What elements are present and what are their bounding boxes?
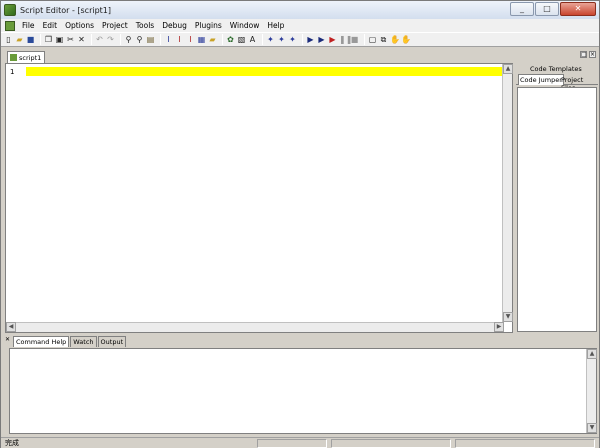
menu-file[interactable]: File bbox=[18, 21, 39, 30]
document-menu-icon[interactable] bbox=[5, 20, 15, 31]
menu-edit[interactable]: Edit bbox=[39, 21, 62, 30]
status-cell bbox=[455, 439, 595, 448]
scroll-down-arrow-icon[interactable]: ▼ bbox=[587, 423, 597, 433]
stop-icon[interactable]: ■ bbox=[350, 35, 359, 44]
step-over-icon[interactable]: ✦ bbox=[288, 35, 297, 44]
delete-icon[interactable]: ✕ bbox=[77, 35, 86, 44]
script-icon bbox=[10, 54, 17, 61]
new-icon[interactable]: ▯ bbox=[4, 35, 13, 44]
app-icon[interactable] bbox=[4, 4, 16, 16]
redo-icon[interactable]: ↷ bbox=[106, 35, 115, 44]
right-panel-tabs: Code Templates Code Jumper Project Files bbox=[516, 59, 598, 92]
toolbar: ▯ ▰ ■ ❐ ▣ ✂ ✕ ↶ ↷ ⚲ ⚲ ▤ I I I ▦ ▰ ✿ ▧ A … bbox=[1, 32, 599, 47]
window-title: Script Editor - [script1] bbox=[20, 5, 112, 15]
find-icon[interactable]: ⚲ bbox=[124, 35, 133, 44]
tab-label: script1 bbox=[19, 53, 42, 62]
menu-options[interactable]: Options bbox=[61, 21, 98, 30]
menu-tools[interactable]: Tools bbox=[132, 21, 158, 30]
step-icon[interactable]: ✦ bbox=[277, 35, 286, 44]
scroll-down-arrow-icon[interactable]: ▼ bbox=[503, 312, 513, 322]
options-icon[interactable]: ▧ bbox=[237, 35, 246, 44]
save-icon[interactable]: ■ bbox=[26, 35, 35, 44]
bottom-panel: ✕ Command Help Watch Output ▲ ▼ bbox=[5, 335, 597, 435]
window-controls: _ □ ✕ bbox=[509, 2, 596, 16]
bookmark-clear-icon[interactable]: ▦ bbox=[197, 35, 206, 44]
line-gutter: 1 bbox=[6, 64, 24, 322]
toolbar-separator bbox=[40, 34, 41, 45]
replace-icon[interactable]: ▤ bbox=[146, 35, 155, 44]
bookmark-next-icon[interactable]: I bbox=[175, 35, 184, 44]
maximize-button[interactable]: □ bbox=[535, 2, 559, 16]
bookmark-prev-icon[interactable]: I bbox=[186, 35, 195, 44]
font-icon[interactable]: A bbox=[248, 35, 257, 44]
toolbar-separator bbox=[364, 34, 365, 45]
status-cell bbox=[257, 439, 327, 448]
toolbar-separator bbox=[120, 34, 121, 45]
right-panel-header: □ × bbox=[516, 49, 598, 59]
menu-window[interactable]: Window bbox=[226, 21, 264, 30]
right-panel: □ × Code Templates Code Jumper Project F… bbox=[516, 49, 598, 333]
title-bar[interactable]: Script Editor - [script1] _ □ ✕ bbox=[1, 1, 599, 19]
scroll-right-arrow-icon[interactable]: ▶ bbox=[494, 322, 504, 332]
editor-vertical-scrollbar[interactable]: ▲ ▼ bbox=[502, 64, 513, 322]
current-line-highlight[interactable] bbox=[26, 67, 504, 76]
minimize-button[interactable]: _ bbox=[510, 2, 534, 16]
breakpoint-icon[interactable]: ▶ bbox=[328, 35, 337, 44]
bottom-vertical-scrollbar[interactable]: ▲ ▼ bbox=[586, 349, 597, 433]
open-icon[interactable]: ▰ bbox=[15, 35, 24, 44]
run-to-cursor-icon[interactable]: ▶ bbox=[317, 35, 326, 44]
scroll-left-arrow-icon[interactable]: ◀ bbox=[6, 322, 16, 332]
compile-icon[interactable]: ✿ bbox=[226, 35, 235, 44]
copy-icon[interactable]: ❐ bbox=[44, 35, 53, 44]
menu-debug[interactable]: Debug bbox=[158, 21, 191, 30]
undo-icon[interactable]: ↶ bbox=[95, 35, 104, 44]
hand-icon[interactable]: ✋ bbox=[390, 35, 400, 44]
code-editor[interactable]: 1 ▲ ▼ ◀ ▶ bbox=[5, 63, 513, 333]
tab-watch[interactable]: Watch bbox=[70, 336, 97, 347]
panel-close-icon[interactable]: ✕ bbox=[5, 336, 10, 343]
scroll-up-arrow-icon[interactable]: ▲ bbox=[503, 64, 513, 74]
play-icon[interactable]: ▶ bbox=[306, 35, 315, 44]
panel-restore-icon[interactable]: □ bbox=[580, 50, 587, 58]
window-icon[interactable]: ▢ bbox=[368, 35, 377, 44]
bookmark-icon[interactable]: I bbox=[164, 35, 173, 44]
panel-close-icon[interactable]: × bbox=[589, 50, 596, 58]
cut-icon[interactable]: ✂ bbox=[66, 35, 75, 44]
status-text: 完成 bbox=[5, 439, 19, 447]
line-number: 1 bbox=[10, 68, 15, 76]
menu-help[interactable]: Help bbox=[263, 21, 288, 30]
toolbar-separator bbox=[302, 34, 303, 45]
status-bar: 完成 bbox=[1, 437, 599, 448]
toolbar-separator bbox=[160, 34, 161, 45]
command-help-content[interactable]: ▲ ▼ bbox=[9, 348, 597, 434]
toolbar-separator bbox=[222, 34, 223, 45]
tab-command-help[interactable]: Command Help bbox=[13, 336, 70, 347]
app-window: Script Editor - [script1] _ □ ✕ File Edi… bbox=[0, 0, 600, 448]
editor-horizontal-scrollbar[interactable]: ◀ ▶ bbox=[6, 322, 504, 332]
bottom-panel-tabs: Command Help Watch Output bbox=[5, 335, 597, 347]
tab-code-templates[interactable]: Code Templates bbox=[530, 65, 582, 73]
toolbar-separator bbox=[91, 34, 92, 45]
toolbar-separator bbox=[262, 34, 263, 45]
right-panel-content[interactable] bbox=[517, 87, 597, 332]
pause-icon[interactable]: ❚❚ bbox=[339, 35, 352, 44]
restore-icon[interactable]: ⧉ bbox=[379, 35, 388, 44]
close-button[interactable]: ✕ bbox=[560, 2, 596, 16]
scroll-up-arrow-icon[interactable]: ▲ bbox=[587, 349, 597, 359]
tab-code-jumper[interactable]: Code Jumper bbox=[518, 74, 564, 85]
tab-output[interactable]: Output bbox=[97, 336, 127, 347]
folder-icon[interactable]: ▰ bbox=[208, 35, 217, 44]
status-cell bbox=[331, 439, 451, 448]
run-icon[interactable]: ✦ bbox=[266, 35, 275, 44]
menu-plugins[interactable]: Plugins bbox=[191, 21, 226, 30]
find-next-icon[interactable]: ⚲ bbox=[135, 35, 144, 44]
menu-bar: File Edit Options Project Tools Debug Pl… bbox=[1, 19, 599, 32]
tab-script1[interactable]: script1 bbox=[7, 51, 45, 63]
paste-icon[interactable]: ▣ bbox=[55, 35, 64, 44]
document-tab-bar: script1 bbox=[5, 49, 513, 63]
hand-disabled-icon[interactable]: ✋ bbox=[401, 35, 411, 44]
menu-project[interactable]: Project bbox=[98, 21, 132, 30]
